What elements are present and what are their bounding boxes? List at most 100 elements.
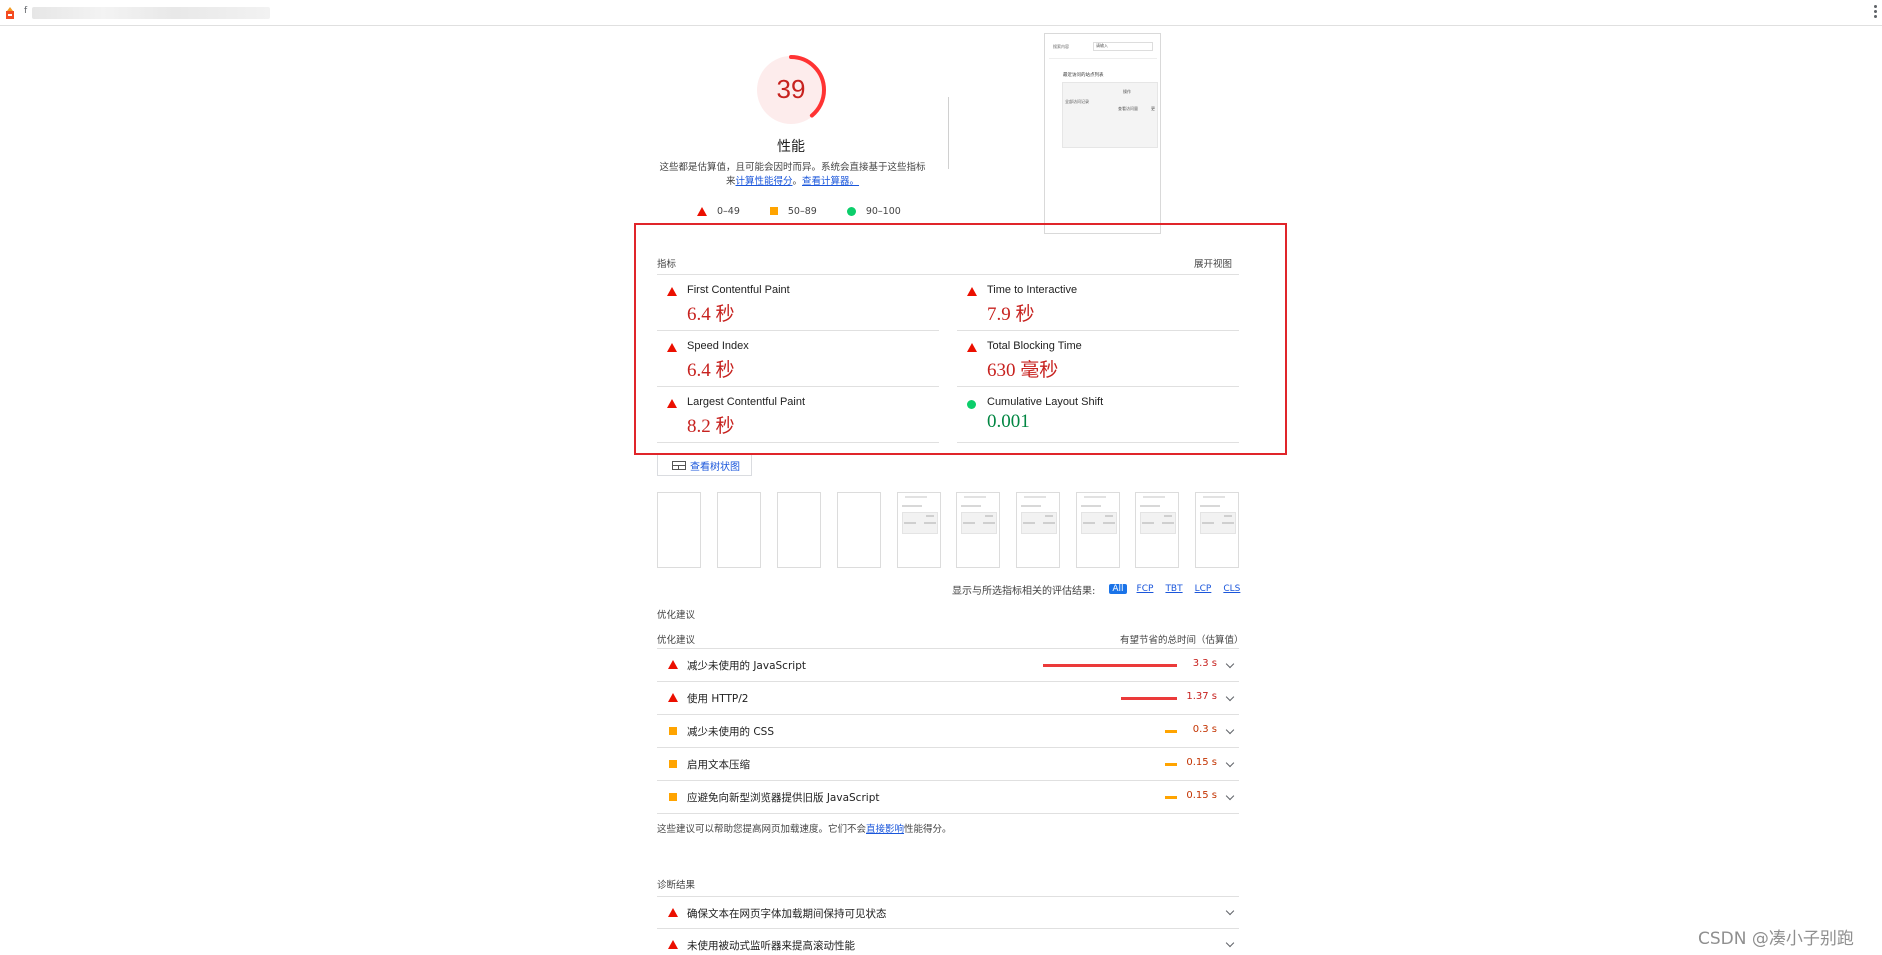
fail-triangle-icon xyxy=(667,287,677,296)
final-shot-row: 全部访问记录 xyxy=(1065,99,1089,104)
metric-title: Total Blocking Time xyxy=(987,340,1082,352)
opportunity-row[interactable]: 减少未使用的 CSS 0.3 s xyxy=(657,715,1239,748)
fail-triangle-icon xyxy=(967,343,977,352)
metric-title: Largest Contentful Paint xyxy=(687,396,806,408)
final-shot-label: 搜索内容 xyxy=(1053,44,1069,49)
filter-chip-all[interactable]: All xyxy=(1109,584,1127,594)
average-square-icon xyxy=(669,727,677,735)
view-treemap-label: 查看树状图 xyxy=(690,461,740,473)
more-vert-icon[interactable] xyxy=(1874,5,1878,21)
legend-pass: 90–100 xyxy=(865,205,901,217)
filmstrip-frame xyxy=(717,492,761,568)
filmstrip-frame xyxy=(657,492,701,568)
filmstrip-frame xyxy=(1016,492,1060,568)
view-treemap-button[interactable]: 查看树状图 xyxy=(657,455,752,476)
opportunity-row[interactable]: 减少未使用的 JavaScript 3.3 s xyxy=(657,649,1239,682)
diagnostic-title: 确保文本在网页字体加载期间保持可见状态 xyxy=(687,908,887,920)
opportunities-column-right: 有望节省的总时间（估算值） xyxy=(1120,635,1244,646)
final-shot-input: 请输入 xyxy=(1093,42,1153,51)
fail-triangle-icon xyxy=(668,908,678,917)
metric-first-contentful-paint: First Contentful Paint 6.4 秒 xyxy=(657,275,939,331)
chevron-down-icon[interactable] xyxy=(1225,791,1235,801)
filmstrip-frame xyxy=(837,492,881,568)
expand-view-toggle[interactable]: 展开视图 xyxy=(1194,256,1232,270)
view-calculator-link[interactable]: 查看计算器。 xyxy=(802,176,859,187)
filmstrip-frame xyxy=(956,492,1000,568)
filmstrip xyxy=(657,492,1239,568)
chevron-down-icon[interactable] xyxy=(1225,758,1235,768)
fail-triangle-icon xyxy=(668,660,678,669)
fail-triangle-icon xyxy=(668,693,678,702)
metric-value: 7.9 秒 xyxy=(987,304,1035,325)
final-shot-cell: 查看访问量 xyxy=(1118,106,1138,111)
diagnostic-row[interactable]: 确保文本在网页字体加载期间保持可见状态 xyxy=(657,897,1239,929)
opportunity-title: 启用文本压缩 xyxy=(687,759,750,771)
average-square-icon xyxy=(669,793,677,801)
savings-value: 0.3 s xyxy=(1192,724,1217,735)
chevron-down-icon[interactable] xyxy=(1225,906,1235,916)
metric-filter: 显示与所选指标相关的评估结果: All FCP TBT LCP CLS xyxy=(952,582,1250,597)
treemap-icon xyxy=(672,460,686,470)
chevron-down-icon[interactable] xyxy=(1225,938,1235,948)
opportunity-row[interactable]: 使用 HTTP/2 1.37 s xyxy=(657,682,1239,715)
metric-total-blocking-time: Total Blocking Time 630 毫秒 xyxy=(957,331,1239,387)
metric-title: Speed Index xyxy=(687,340,749,352)
metric-speed-index: Speed Index 6.4 秒 xyxy=(657,331,939,387)
filter-chip-lcp[interactable]: LCP xyxy=(1193,584,1214,594)
url-prefix[interactable]: f xyxy=(24,6,27,16)
pass-circle-icon xyxy=(967,400,976,409)
diagnostic-row[interactable]: 未使用被动式监听器来提高滚动性能 xyxy=(657,929,1239,955)
final-screenshot-thumbnail[interactable]: 搜索内容 请输入 最近访问的站点列表 操作 全部访问记录 查看访问量 更 xyxy=(1044,33,1161,234)
fail-triangle-icon xyxy=(697,206,707,216)
performance-title: 性能 xyxy=(777,139,805,155)
direct-impact-link[interactable]: 直接影响 xyxy=(866,824,904,835)
score-legend: 0–49 50–89 90–100 xyxy=(697,204,931,218)
fail-triangle-icon xyxy=(667,343,677,352)
savings-bar xyxy=(1121,697,1177,700)
metric-title: Cumulative Layout Shift xyxy=(987,396,1104,408)
footer-text: 这些建议可以帮助您提高网页加载速度。它们不会 xyxy=(657,824,867,835)
savings-bar xyxy=(1043,664,1177,667)
metric-title: First Contentful Paint xyxy=(687,284,790,296)
chevron-down-icon[interactable] xyxy=(1225,725,1235,735)
final-shot-title: 最近访问的站点列表 xyxy=(1063,73,1104,78)
filmstrip-frame xyxy=(1195,492,1239,568)
gauge-desc-mid: 。 xyxy=(792,176,803,187)
vertical-divider xyxy=(948,97,949,169)
metric-value: 630 毫秒 xyxy=(987,360,1059,381)
opportunity-row[interactable]: 应避免向新型浏览器提供旧版 JavaScript 0.15 s xyxy=(657,781,1239,814)
diagnostics-title: 诊断结果 xyxy=(657,880,696,891)
filter-chip-tbt[interactable]: TBT xyxy=(1163,584,1184,594)
opportunity-row[interactable]: 启用文本压缩 0.15 s xyxy=(657,748,1239,781)
url-bar-blurred[interactable] xyxy=(32,7,270,19)
filmstrip-frame xyxy=(897,492,941,568)
opportunity-title: 使用 HTTP/2 xyxy=(687,693,749,705)
opportunities-footer: 这些建议可以帮助您提高网页加载速度。它们不会直接影响性能得分。 xyxy=(657,821,952,835)
legend-average: 50–89 xyxy=(787,205,817,217)
final-shot-cell-more: 更 xyxy=(1151,106,1155,111)
chevron-down-icon[interactable] xyxy=(1225,692,1235,702)
opportunity-title: 应避免向新型浏览器提供旧版 JavaScript xyxy=(687,792,880,804)
metric-cumulative-layout-shift: Cumulative Layout Shift 0.001 xyxy=(957,387,1239,443)
calc-score-link[interactable]: 计算性能得分 xyxy=(735,176,792,187)
filmstrip-frame xyxy=(1076,492,1120,568)
opportunity-title: 减少未使用的 CSS xyxy=(687,726,774,738)
filmstrip-frame xyxy=(1135,492,1179,568)
opportunities-column-left: 优化建议 xyxy=(657,635,696,646)
metric-title: Time to Interactive xyxy=(987,284,1078,296)
average-square-icon xyxy=(669,760,677,768)
metric-largest-contentful-paint: Largest Contentful Paint 8.2 秒 xyxy=(657,387,939,443)
filmstrip-frame xyxy=(777,492,821,568)
filter-chip-fcp[interactable]: FCP xyxy=(1135,584,1156,594)
footer-text-end: 性能得分。 xyxy=(904,824,952,835)
final-shot-table: 操作 全部访问记录 查看访问量 更 xyxy=(1062,82,1158,148)
metric-time-to-interactive: Time to Interactive 7.9 秒 xyxy=(957,275,1239,331)
opportunities-group-title: 优化建议 xyxy=(657,610,696,621)
final-shot-col: 操作 xyxy=(1123,89,1131,94)
filter-chip-cls[interactable]: CLS xyxy=(1221,584,1242,594)
savings-value: 0.15 s xyxy=(1186,757,1217,768)
average-square-icon xyxy=(769,207,778,215)
savings-value: 1.37 s xyxy=(1186,691,1217,702)
metrics-header: 指标 xyxy=(657,259,677,270)
chevron-down-icon[interactable] xyxy=(1225,659,1235,669)
